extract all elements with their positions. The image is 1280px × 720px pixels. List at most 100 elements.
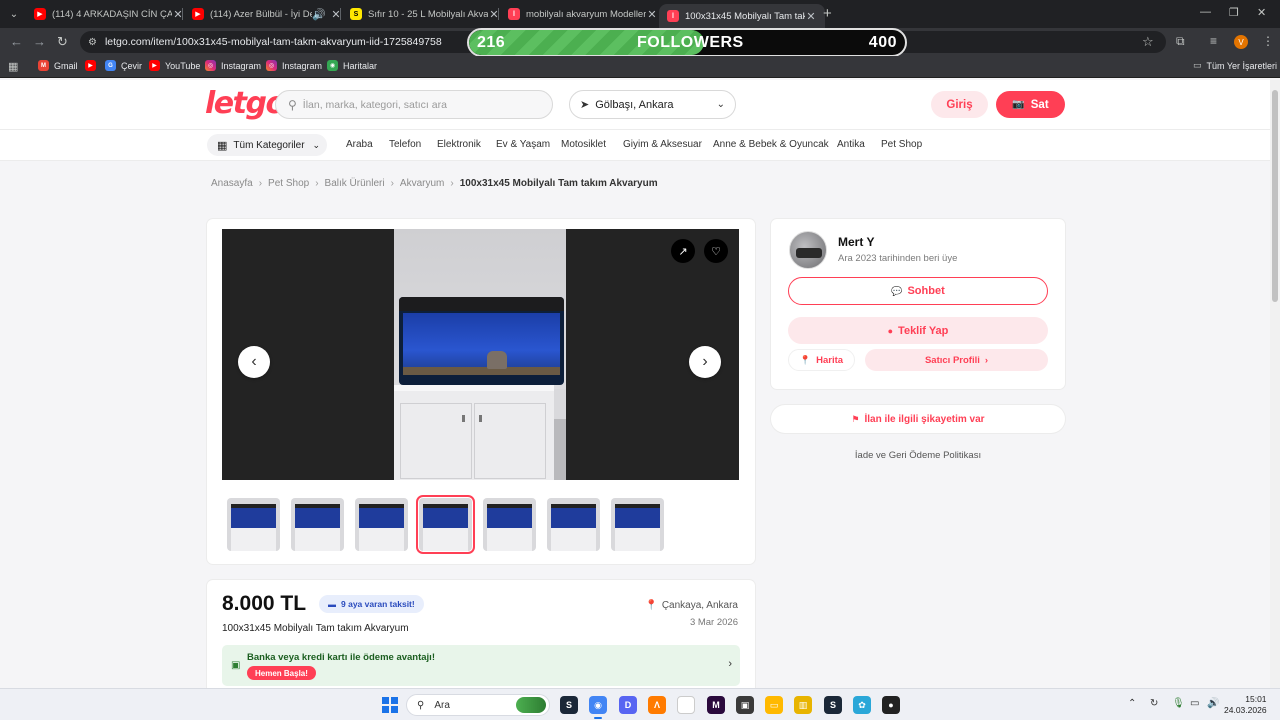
minimize-icon[interactable]: — — [1200, 6, 1211, 18]
new-tab-icon[interactable]: + — [823, 5, 832, 22]
photo-thumbnail[interactable] — [291, 498, 344, 551]
bookmark-youtube[interactable]: ▶ YouTube — [149, 60, 200, 71]
network-icon[interactable]: ▭ — [1190, 698, 1199, 709]
login-button[interactable]: Giriş — [931, 91, 988, 118]
aquarium-photo — [394, 229, 566, 480]
extensions-icon[interactable]: ⧉ — [1176, 34, 1185, 49]
url-text[interactable]: letgo.com/item/100x31x45-mobilyal-tam-ta… — [105, 36, 442, 48]
steam-icon[interactable]: S — [560, 696, 578, 714]
start-now-button[interactable]: Hemen Başla! — [247, 666, 316, 680]
category-pet-shop[interactable]: Pet Shop — [881, 139, 922, 150]
browser-tab[interactable]: l mobilyalı akvaryum Modelleri, Fiyat ✕ — [500, 4, 666, 24]
next-photo-button[interactable]: › — [689, 346, 721, 378]
report-listing-button[interactable]: ⚑ İlan ile ilgili şikayetim var — [771, 405, 1065, 433]
chat-button[interactable]: 💬 Sohbet — [788, 277, 1048, 305]
photo-thumbnail[interactable] — [227, 498, 280, 551]
sell-button[interactable]: 📷 Sat — [996, 91, 1065, 118]
seller-name[interactable]: Mert Y — [838, 235, 874, 249]
photo-thumbnail[interactable] — [483, 498, 536, 551]
photo-thumbnail[interactable] — [355, 498, 408, 551]
settings-app-icon[interactable]: ✿ — [853, 696, 871, 714]
all-categories-button[interactable]: ▦ Tüm Kategoriler ⌄ — [207, 134, 327, 156]
restore-icon[interactable]: ❐ — [1229, 6, 1239, 19]
breadcrumb-fish-products[interactable]: Balık Ürünleri — [325, 178, 385, 189]
volume-icon[interactable]: 🔊 — [1207, 698, 1219, 709]
close-icon[interactable]: ✕ — [646, 8, 658, 21]
photo-thumbnail[interactable] — [547, 498, 600, 551]
search-box[interactable]: ⚲ — [275, 90, 553, 119]
category-telefon[interactable]: Telefon — [389, 139, 421, 150]
bookmark-maps[interactable]: ◉ Haritalar — [327, 60, 377, 71]
browser-tab[interactable]: ▶ (114) Azer Bülbül - İyi Değilim 🔊 ✕ — [184, 4, 350, 24]
reload-icon[interactable]: ↻ — [57, 34, 68, 50]
bookmark-star-icon[interactable]: ☆ — [1142, 34, 1154, 50]
browser-tab-active[interactable]: l 100x31x45 Mobilyalı Tam takım Akv ✕ — [659, 4, 825, 28]
close-icon[interactable]: ✕ — [805, 10, 817, 23]
breadcrumb-pet-shop[interactable]: Pet Shop — [268, 178, 309, 189]
category-anne-bebek[interactable]: Anne & Bebek & Oyuncak — [713, 139, 829, 150]
bookmark-gmail[interactable]: M Gmail — [38, 60, 78, 71]
app-icon[interactable]: Λ — [648, 696, 666, 714]
previous-photo-button[interactable]: ‹ — [238, 346, 270, 378]
all-bookmarks[interactable]: ▭ Tüm Yer İşaretleri — [1193, 60, 1277, 71]
apps-icon[interactable]: ▦ — [8, 60, 18, 73]
bookmark-youtube-short[interactable]: ▶ — [85, 60, 101, 71]
breadcrumb-home[interactable]: Anasayfa — [211, 178, 253, 189]
category-ev-yasam[interactable]: Ev & Yaşam — [496, 139, 550, 150]
category-motosiklet[interactable]: Motosiklet — [561, 139, 606, 150]
steam-app-icon[interactable]: S — [824, 696, 842, 714]
map-button[interactable]: 📍 Harita — [788, 349, 855, 371]
system-clock[interactable]: 15:01 24.03.2026 — [1224, 694, 1267, 716]
game-app-icon[interactable]: ● — [882, 696, 900, 714]
letgo-logo[interactable]: letgo — [205, 86, 286, 121]
file-explorer-icon[interactable]: ▭ — [765, 696, 783, 714]
instagram-icon: ◎ — [266, 60, 277, 71]
make-offer-button[interactable]: ● Teklif Yap — [788, 317, 1048, 344]
browser-tab[interactable]: S Sıfır 10 - 25 L Mobilyalı Akvaryum ✕ — [342, 4, 508, 24]
site-info-icon[interactable]: ⚙ — [88, 37, 97, 48]
photo-thumbnail[interactable] — [611, 498, 664, 551]
scrollbar-thumb[interactable] — [1272, 90, 1278, 302]
breadcrumb-aquarium[interactable]: Akvaryum — [400, 178, 444, 189]
archive-app-icon[interactable]: ▥ — [794, 696, 812, 714]
windows-start-icon[interactable] — [382, 697, 398, 713]
microphone-icon[interactable]: 🎙 — [1172, 698, 1185, 709]
location-pin-icon: 📍 — [645, 600, 658, 611]
profile-avatar[interactable]: V — [1234, 35, 1248, 49]
window-close-icon[interactable]: ✕ — [1257, 6, 1266, 19]
search-input[interactable] — [302, 98, 533, 111]
category-giyim[interactable]: Giyim & Aksesuar — [623, 139, 702, 150]
photo-thumbnail[interactable] — [416, 495, 475, 554]
media-controls-icon[interactable]: ≡ — [1210, 34, 1217, 48]
back-icon[interactable]: ← — [10, 34, 23, 49]
tray-sync-icon[interactable]: ↻ — [1150, 698, 1158, 709]
chrome-icon[interactable]: ◉ — [589, 696, 607, 719]
location-selector[interactable]: ➤ Gölbaşı, Ankara ⌄ — [569, 90, 736, 119]
browser-tab[interactable]: ▶ (114) 4 ARKADAŞIN CİN ÇAĞIRMA ✕ — [26, 4, 192, 24]
return-policy-link[interactable]: İade ve Geri Ödeme Politikası — [771, 450, 1065, 461]
discord-icon[interactable]: D — [619, 696, 637, 714]
bank-payment-banner[interactable]: ▣ Banka veya kredi kartı ile ödeme avant… — [222, 645, 740, 686]
seller-avatar[interactable] — [789, 231, 827, 269]
notepad-icon[interactable] — [677, 696, 695, 714]
speaker-icon[interactable]: 🔊 — [312, 8, 326, 21]
category-araba[interactable]: Araba — [346, 139, 373, 150]
bookmark-instagram-2[interactable]: ◎ Instagram — [266, 60, 322, 71]
translate-icon: G — [105, 60, 116, 71]
menu-icon[interactable]: ⋮ — [1262, 34, 1274, 48]
bookmark-instagram[interactable]: ◎ Instagram — [205, 60, 261, 71]
page-scrollbar[interactable] — [1270, 80, 1280, 688]
category-antika[interactable]: Antika — [837, 139, 865, 150]
main-photo[interactable]: ‹ › ↗ ♡ — [222, 229, 739, 480]
bookmark-translate[interactable]: G Çevir — [105, 60, 142, 71]
capture-app-icon[interactable]: ▣ — [736, 696, 754, 714]
share-icon[interactable]: ↗ — [671, 239, 695, 263]
forward-icon[interactable]: → — [33, 34, 46, 49]
tray-chevron-up-icon[interactable]: ⌃ — [1128, 698, 1136, 709]
tab-search-icon[interactable]: ⌄ — [4, 4, 24, 24]
seller-profile-button[interactable]: Satıcı Profili › — [865, 349, 1048, 371]
favorite-heart-icon[interactable]: ♡ — [704, 239, 728, 263]
category-elektronik[interactable]: Elektronik — [437, 139, 481, 150]
media-app-icon[interactable]: M — [707, 696, 725, 714]
taskbar-search[interactable]: ⚲ Ara — [406, 694, 550, 716]
